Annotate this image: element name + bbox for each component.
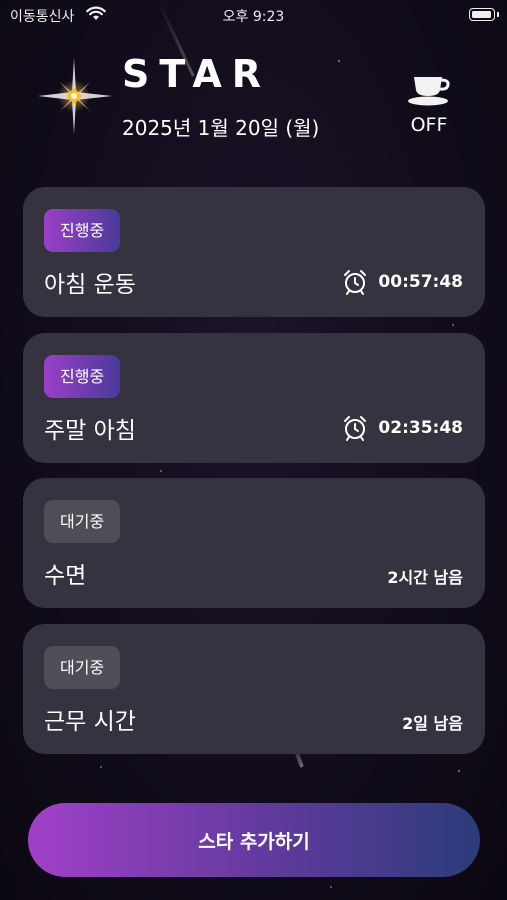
remaining-time: 2일 남음 bbox=[402, 714, 463, 733]
status-badge: 진행중 bbox=[44, 209, 121, 252]
star-card[interactable]: 대기중 근무 시간 2일 남음 bbox=[23, 624, 485, 754]
timer-value: 00:57:48 bbox=[378, 272, 463, 292]
card-title: 수면 bbox=[44, 563, 87, 589]
status-badge: 대기중 bbox=[44, 500, 121, 543]
timer-value: 02:35:48 bbox=[378, 418, 463, 438]
app-title: STAR bbox=[122, 52, 272, 96]
current-date: 2025년 1월 20일 (월) bbox=[122, 116, 320, 140]
alarm-clock-icon bbox=[344, 416, 367, 441]
card-title: 아침 운동 bbox=[44, 272, 136, 298]
battery-icon bbox=[469, 8, 499, 21]
card-timer: 02:35:48 bbox=[342, 415, 463, 441]
coffee-toggle-state[interactable]: OFF bbox=[396, 114, 462, 136]
sparkle-star-icon bbox=[38, 58, 112, 134]
coffee-cup-icon[interactable] bbox=[406, 72, 452, 106]
card-title: 주말 아침 bbox=[44, 418, 136, 444]
add-star-button[interactable]: 스타 추가하기 bbox=[28, 803, 480, 877]
star-card[interactable]: 진행중 주말 아침 02:35:48 bbox=[23, 333, 485, 463]
star-card[interactable]: 대기중 수면 2시간 남음 bbox=[23, 478, 485, 608]
status-badge: 대기중 bbox=[44, 646, 121, 689]
remaining-time: 2시간 남음 bbox=[387, 568, 463, 587]
star-card[interactable]: 진행중 아침 운동 00:57:48 bbox=[23, 187, 485, 317]
card-title: 근무 시간 bbox=[44, 709, 136, 735]
status-badge: 진행중 bbox=[44, 355, 121, 398]
status-bar: 이동통신사 오후 9:23 bbox=[0, 0, 507, 30]
add-star-button-label: 스타 추가하기 bbox=[198, 830, 310, 853]
card-timer: 00:57:48 bbox=[342, 269, 463, 295]
status-time: 오후 9:23 bbox=[222, 9, 285, 25]
alarm-clock-icon bbox=[344, 270, 367, 295]
